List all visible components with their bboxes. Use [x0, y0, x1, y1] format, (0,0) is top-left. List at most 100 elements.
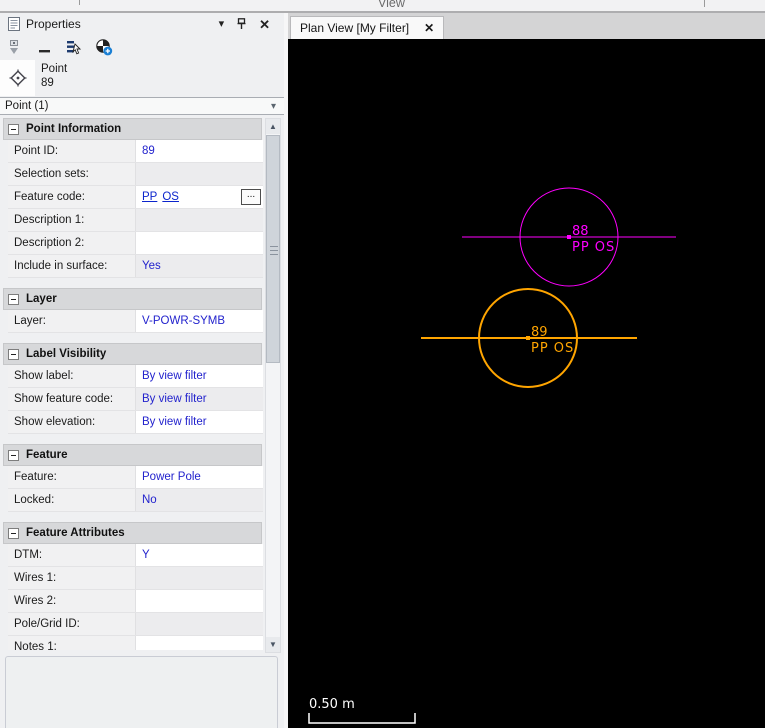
filter-icon[interactable]: [5, 39, 23, 57]
property-label: Feature code:: [8, 186, 136, 208]
property-label: Selection sets:: [8, 163, 136, 185]
property-value[interactable]: Y: [136, 544, 263, 566]
property-value[interactable]: Power Pole: [136, 466, 263, 488]
section-header[interactable]: Feature: [3, 444, 262, 466]
plan-drawing: 88PP OS89PP OS0.50 m: [308, 187, 676, 724]
properties-panel: Properties ▾ ✕ Point 89 Point (1) ▾ Poin…: [0, 13, 284, 728]
property-row: Include in surface: Yes: [8, 255, 263, 278]
selection-type-dropdown[interactable]: Point (1) ▾: [0, 97, 284, 115]
property-label: Point ID:: [8, 140, 136, 162]
property-value[interactable]: By view filter: [136, 411, 263, 433]
scale-bar: 0.50 m: [308, 697, 416, 724]
scroll-down-icon[interactable]: ▼: [266, 637, 280, 652]
feature-code-link[interactable]: PP: [142, 191, 157, 203]
window-menu-button[interactable]: ▾: [219, 18, 225, 30]
add-georeference-icon[interactable]: [95, 39, 113, 57]
property-value[interactable]: By view filter: [136, 388, 263, 410]
select-columns-icon[interactable]: [65, 39, 83, 57]
property-label: Feature:: [8, 466, 136, 488]
property-label: Wires 2:: [8, 590, 136, 612]
property-row: Show elevation: By view filter: [8, 411, 263, 434]
property-label: DTM:: [8, 544, 136, 566]
properties-toolbar: [0, 35, 284, 60]
property-value-text: By view filter: [142, 370, 207, 382]
document-icon: [8, 17, 20, 31]
section-header[interactable]: Feature Attributes: [3, 522, 262, 544]
properties-scrollbar[interactable]: ▲ ▼: [265, 118, 281, 653]
property-label: Layer:: [8, 310, 136, 332]
property-value[interactable]: No: [136, 489, 263, 511]
property-value[interactable]: PP OS...: [136, 186, 263, 208]
scrollbar-thumb[interactable]: [266, 135, 280, 363]
property-value-text: 89: [142, 145, 155, 157]
property-value-text: Power Pole: [142, 471, 201, 483]
plan-point-89[interactable]: 89PP OS: [421, 288, 637, 388]
property-row: Show label: By view filter: [8, 365, 263, 388]
property-label: Description 1:: [8, 209, 136, 231]
collapse-minus-icon[interactable]: [8, 123, 19, 135]
property-label: Show label:: [8, 365, 136, 387]
tab-label: Plan View [My Filter]: [300, 21, 410, 35]
point-id-label: 88: [572, 224, 589, 239]
property-value[interactable]: [136, 590, 263, 612]
scroll-up-icon[interactable]: ▲: [266, 119, 280, 134]
feature-code-link[interactable]: OS: [162, 191, 179, 203]
section-header[interactable]: Layer: [3, 288, 262, 310]
section-title: Feature: [26, 449, 68, 461]
ellipsis-button[interactable]: ...: [241, 189, 261, 205]
view-tabbar: Plan View [My Filter] ✕: [288, 13, 765, 39]
property-value[interactable]: [136, 209, 263, 231]
scale-bar-label: 0.50 m: [309, 697, 355, 712]
selection-type-dropdown-label: Point (1): [5, 100, 49, 112]
description-box: [5, 656, 278, 728]
collapse-minus-icon[interactable]: [8, 293, 19, 305]
property-value[interactable]: V-POWR-SYMB: [136, 310, 263, 332]
panel-title: Properties: [26, 17, 81, 31]
property-label: Description 2:: [8, 232, 136, 254]
property-value[interactable]: [136, 567, 263, 589]
section-header[interactable]: Point Information: [3, 118, 262, 140]
property-row: Wires 1:: [8, 567, 263, 590]
property-row: Feature code: PP OS...: [8, 186, 263, 209]
property-row: Pole/Grid ID:: [8, 613, 263, 636]
property-row: Point ID: 89: [8, 140, 263, 163]
section-title: Label Visibility: [26, 348, 107, 360]
property-value[interactable]: [136, 613, 263, 635]
property-value[interactable]: Yes: [136, 255, 263, 277]
property-row: Locked: No: [8, 489, 263, 512]
property-value[interactable]: [136, 636, 263, 650]
property-value-text: Y: [142, 549, 150, 561]
property-row: Feature: Power Pole: [8, 466, 263, 489]
property-row: Wires 2:: [8, 590, 263, 613]
property-value[interactable]: [136, 163, 263, 185]
property-label: Include in surface:: [8, 255, 136, 277]
section-header[interactable]: Label Visibility: [3, 343, 262, 365]
collapse-all-icon[interactable]: [35, 39, 53, 57]
property-value[interactable]: [136, 232, 263, 254]
tab-plan-view[interactable]: Plan View [My Filter] ✕: [290, 16, 445, 39]
selection-type-label: Point: [41, 63, 68, 75]
pin-button[interactable]: [237, 18, 246, 30]
plan-view-canvas[interactable]: 88 PP OS 89 PP OS 0.50 m: [288, 39, 765, 728]
property-value[interactable]: 89: [136, 140, 263, 162]
ribbon-separator: [704, 0, 705, 7]
menu-view[interactable]: View: [378, 0, 405, 10]
property-value-text: By view filter: [142, 393, 207, 405]
close-button[interactable]: ✕: [259, 18, 270, 31]
section-title: Layer: [26, 293, 57, 305]
property-row: Description 2:: [8, 232, 263, 255]
point-code-label: PP OS: [572, 240, 615, 255]
property-row: Description 1:: [8, 209, 263, 232]
property-row: Layer: V-POWR-SYMB: [8, 310, 263, 333]
collapse-minus-icon[interactable]: [8, 449, 19, 461]
property-label: Wires 1:: [8, 567, 136, 589]
property-value[interactable]: By view filter: [136, 365, 263, 387]
property-label: Locked:: [8, 489, 136, 511]
collapse-minus-icon[interactable]: [8, 527, 19, 539]
property-value-text: V-POWR-SYMB: [142, 315, 226, 327]
ribbon-bottom-strip: View: [0, 0, 765, 11]
collapse-minus-icon[interactable]: [8, 348, 19, 360]
property-value-text: By view filter: [142, 416, 207, 428]
plan-point-88[interactable]: 88PP OS: [462, 187, 676, 287]
tab-close-icon[interactable]: ✕: [424, 22, 434, 34]
